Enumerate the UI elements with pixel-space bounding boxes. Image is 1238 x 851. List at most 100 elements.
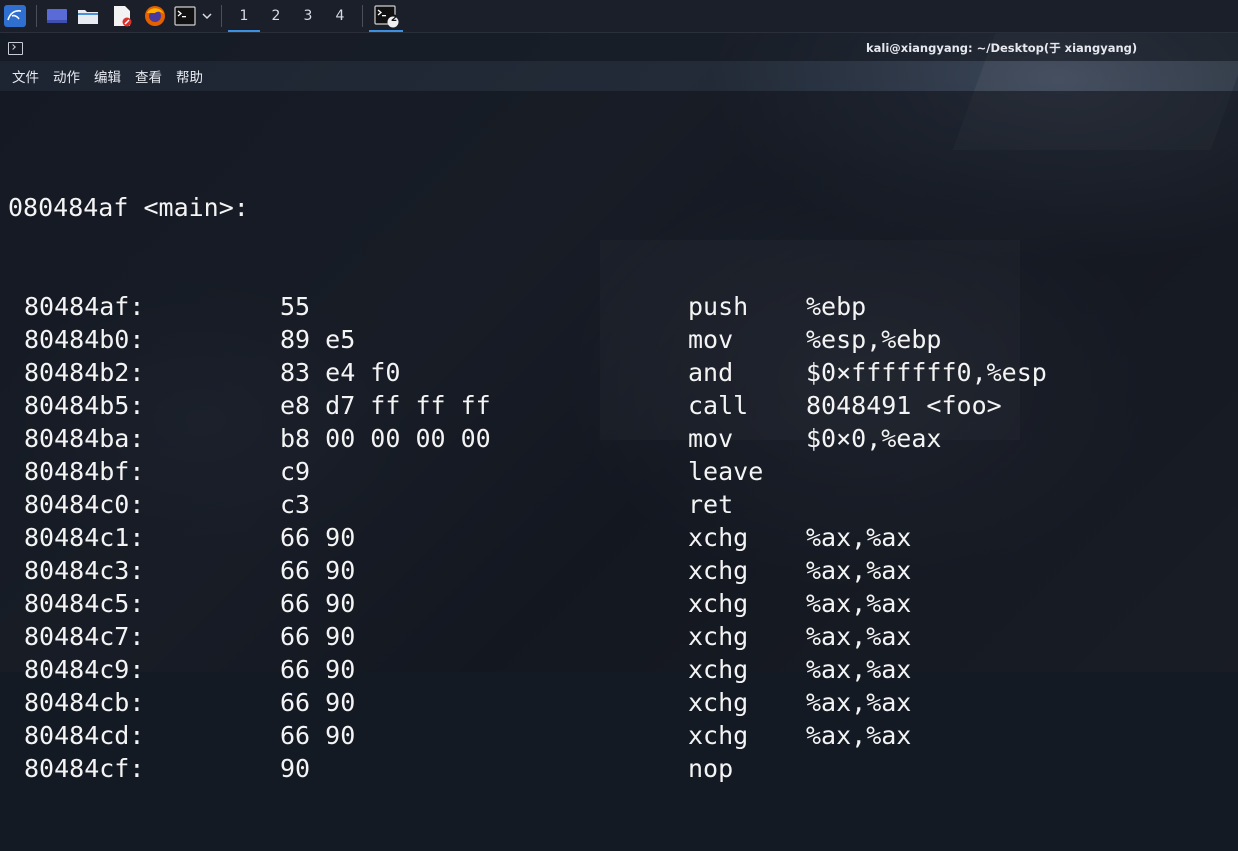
instruction-operands: %ax,%ax bbox=[806, 688, 912, 717]
instruction-row: 80484bf: c9 leave bbox=[8, 455, 763, 488]
instruction-bytes: c9 bbox=[280, 457, 311, 486]
instruction-mnemonic: mov bbox=[688, 325, 734, 354]
file-manager-icon bbox=[78, 10, 98, 24]
instruction-address: 80484c3: bbox=[24, 556, 145, 585]
instruction-row: 80484af: 55 push %ebp bbox=[8, 290, 866, 323]
terminal-window-icon bbox=[8, 42, 23, 55]
terminal-launcher-button[interactable] bbox=[171, 0, 199, 32]
instruction-address: 80484ba: bbox=[24, 424, 145, 453]
panel-separator bbox=[362, 5, 363, 27]
instruction-address: 80484c9: bbox=[24, 655, 145, 684]
instruction-mnemonic: xchg bbox=[688, 523, 749, 552]
instruction-mnemonic: push bbox=[688, 292, 749, 321]
instruction-operands: %ax,%ax bbox=[806, 556, 912, 585]
instruction-row: 80484b2: 83 e4 f0 and $0×fffffff0,%esp bbox=[8, 356, 1047, 389]
workspace-4[interactable]: 4 bbox=[324, 0, 356, 32]
instruction-address: 80484b0: bbox=[24, 325, 145, 354]
instruction-bytes: 66 90 bbox=[280, 589, 356, 618]
instruction-mnemonic: xchg bbox=[688, 721, 749, 750]
instruction-operands: %esp,%ebp bbox=[806, 325, 942, 354]
function-header: 080484af <main>: bbox=[8, 193, 249, 222]
file-manager-button[interactable] bbox=[71, 0, 105, 32]
instruction-row: 80484c3: 66 90 xchg %ax,%ax bbox=[8, 554, 911, 587]
instruction-mnemonic: xchg bbox=[688, 622, 749, 651]
instruction-bytes: 83 e4 f0 bbox=[280, 358, 401, 387]
firefox-icon bbox=[145, 6, 165, 26]
panel-separator bbox=[221, 5, 222, 27]
text-editor-button[interactable] bbox=[105, 0, 139, 32]
instruction-bytes: 66 90 bbox=[280, 556, 356, 585]
task-count-badge: 2 bbox=[390, 14, 398, 24]
instruction-mnemonic: xchg bbox=[688, 688, 749, 717]
instruction-operands: %ax,%ax bbox=[806, 655, 912, 684]
instruction-address: 80484c5: bbox=[24, 589, 145, 618]
instruction-address: 80484bf: bbox=[24, 457, 145, 486]
instruction-bytes: 90 bbox=[280, 754, 311, 783]
instruction-bytes: 66 90 bbox=[280, 655, 356, 684]
instruction-operands: 8048491 <foo> bbox=[806, 391, 1002, 420]
terminal-task-button[interactable]: 2 bbox=[369, 0, 403, 32]
instruction-row: 80484c1: 66 90 xchg %ax,%ax bbox=[8, 521, 911, 554]
workspace-2[interactable]: 2 bbox=[260, 0, 292, 32]
instruction-row: 80484c0: c3 ret bbox=[8, 488, 733, 521]
instruction-operands: $0×fffffff0,%esp bbox=[806, 358, 1047, 387]
instruction-mnemonic: ret bbox=[688, 490, 734, 519]
menu-file[interactable]: 文件 bbox=[12, 66, 39, 86]
window-titlebar[interactable]: kali@xiangyang: ~/Desktop(于 xiangyang) bbox=[0, 33, 1238, 61]
instruction-address: 80484cf: bbox=[24, 754, 145, 783]
chevron-down-icon bbox=[202, 13, 212, 20]
instruction-row: 80484c9: 66 90 xchg %ax,%ax bbox=[8, 653, 911, 686]
menu-help[interactable]: 帮助 bbox=[176, 66, 203, 86]
top-panel: 1 2 3 4 2 bbox=[0, 0, 1238, 33]
instruction-mnemonic: leave bbox=[688, 457, 764, 486]
instruction-mnemonic: nop bbox=[688, 754, 734, 783]
instruction-row: 80484c5: 66 90 xchg %ax,%ax bbox=[8, 587, 911, 620]
terminal-launcher-icon bbox=[174, 6, 196, 26]
instruction-mnemonic: xchg bbox=[688, 589, 749, 618]
instruction-bytes: 66 90 bbox=[280, 721, 356, 750]
firefox-button[interactable] bbox=[139, 0, 171, 32]
instruction-bytes: c3 bbox=[280, 490, 311, 519]
instruction-address: 80484b2: bbox=[24, 358, 145, 387]
panel-separator bbox=[36, 5, 37, 27]
instruction-address: 80484c7: bbox=[24, 622, 145, 651]
workspace-3[interactable]: 3 bbox=[292, 0, 324, 32]
instruction-mnemonic: and bbox=[688, 358, 734, 387]
instruction-bytes: 66 90 bbox=[280, 523, 356, 552]
instruction-row: 80484cd: 66 90 xchg %ax,%ax bbox=[8, 719, 911, 752]
menubar: 文件 动作 编辑 查看 帮助 bbox=[0, 61, 1238, 91]
instruction-row: 80484c7: 66 90 xchg %ax,%ax bbox=[8, 620, 911, 653]
kali-menu-icon bbox=[4, 5, 26, 27]
menu-action[interactable]: 动作 bbox=[53, 66, 80, 86]
instruction-operands: %ax,%ax bbox=[806, 523, 912, 552]
instruction-bytes: 66 90 bbox=[280, 688, 356, 717]
terminal-dropdown[interactable] bbox=[199, 0, 215, 32]
show-desktop-button[interactable] bbox=[43, 0, 71, 32]
instruction-row: 80484ba: b8 00 00 00 00 mov $0×0,%eax bbox=[8, 422, 941, 455]
instruction-mnemonic: call bbox=[688, 391, 749, 420]
instruction-address: 80484af: bbox=[24, 292, 145, 321]
instruction-address: 80484cb: bbox=[24, 688, 145, 717]
instruction-mnemonic: xchg bbox=[688, 556, 749, 585]
instruction-address: 80484cd: bbox=[24, 721, 145, 750]
instruction-mnemonic: mov bbox=[688, 424, 734, 453]
instruction-row: 80484b5: e8 d7 ff ff ff call 8048491 <foo> bbox=[8, 389, 1002, 422]
menu-view[interactable]: 查看 bbox=[135, 66, 162, 86]
instruction-operands: $0×0,%eax bbox=[806, 424, 942, 453]
instruction-bytes: b8 00 00 00 00 bbox=[280, 424, 491, 453]
instruction-row: 80484cf: 90 nop bbox=[8, 752, 733, 785]
text-editor-icon bbox=[114, 6, 132, 27]
instruction-bytes: 66 90 bbox=[280, 622, 356, 651]
kali-menu-button[interactable] bbox=[0, 0, 30, 32]
instruction-operands: %ebp bbox=[806, 292, 867, 321]
instruction-row: 80484b0: 89 e5 mov %esp,%ebp bbox=[8, 323, 941, 356]
workspace-1[interactable]: 1 bbox=[228, 0, 260, 32]
instruction-mnemonic: xchg bbox=[688, 655, 749, 684]
instruction-list: 80484af: 55 push %ebp 80484b0: 89 e5 mov %esp,%… bbox=[8, 290, 1047, 785]
disassembly-output: 080484af <main>: 80484af: 55 push %ebp 80484… bbox=[8, 125, 1047, 851]
terminal-area[interactable]: 080484af <main>: 80484af: 55 push %ebp 80484… bbox=[0, 91, 1238, 783]
menu-edit[interactable]: 编辑 bbox=[94, 66, 121, 86]
instruction-bytes: 89 e5 bbox=[280, 325, 356, 354]
instruction-bytes: 55 bbox=[280, 292, 311, 321]
instruction-operands: %ax,%ax bbox=[806, 589, 912, 618]
